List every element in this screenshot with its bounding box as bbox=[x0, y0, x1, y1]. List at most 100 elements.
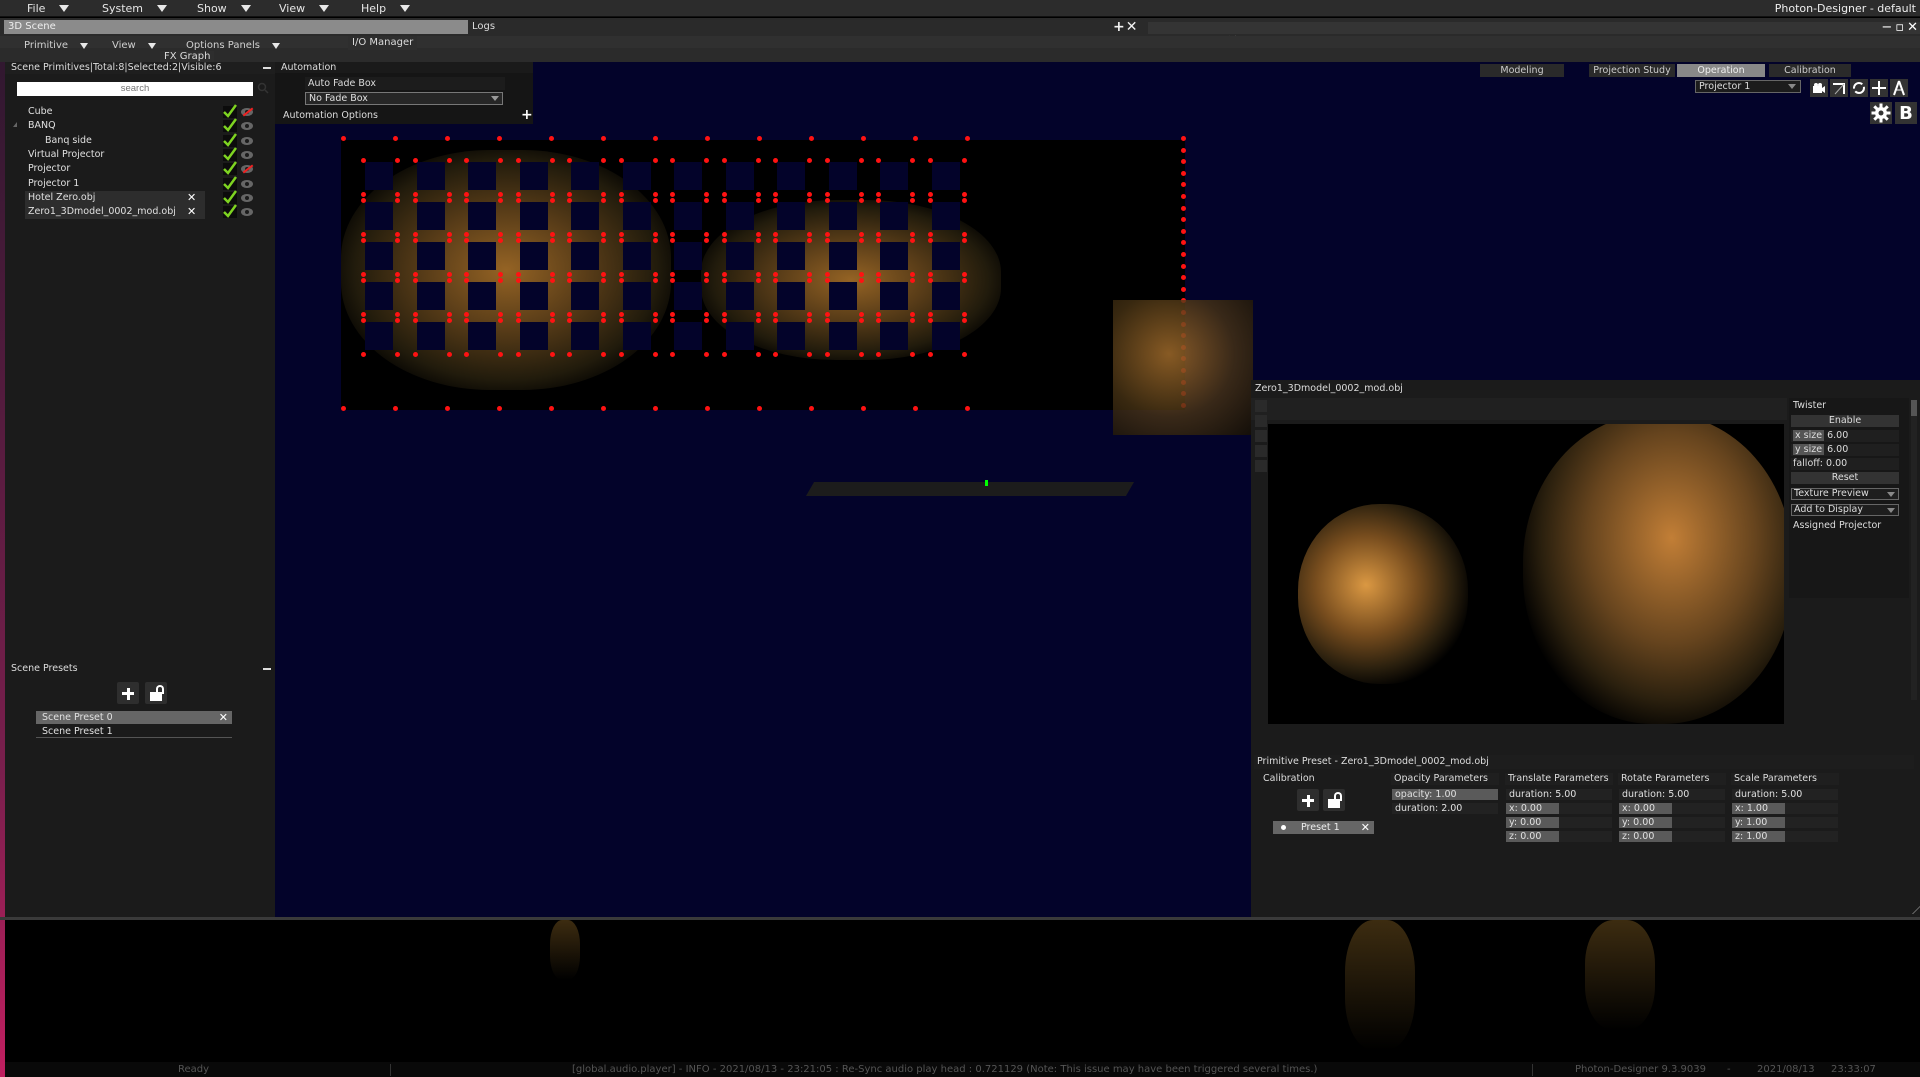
calibration-point[interactable] bbox=[927, 278, 933, 283]
calibration-point[interactable] bbox=[755, 352, 761, 357]
calibration-point[interactable] bbox=[1181, 252, 1186, 257]
calibration-point[interactable] bbox=[652, 352, 658, 357]
calibration-point[interactable] bbox=[412, 278, 418, 283]
add-automation-option-icon[interactable]: + bbox=[521, 107, 533, 123]
calibration-point[interactable] bbox=[670, 192, 675, 197]
calibration-point[interactable] bbox=[567, 158, 572, 163]
calibration-point[interactable] bbox=[515, 198, 521, 203]
calibration-point[interactable] bbox=[361, 278, 366, 283]
calibration-point[interactable] bbox=[858, 272, 864, 277]
calibration-point[interactable] bbox=[361, 272, 366, 277]
scene-preset-item[interactable]: Scene Preset 1 bbox=[36, 725, 232, 738]
calibration-point[interactable] bbox=[567, 192, 572, 197]
eye-icon[interactable] bbox=[241, 179, 253, 188]
calibration-point[interactable] bbox=[773, 158, 778, 163]
calibration-point[interactable] bbox=[876, 312, 881, 317]
side-tool-button[interactable] bbox=[1255, 460, 1267, 472]
plus-icon[interactable]: + bbox=[1375, 62, 1388, 65]
enabled-checkbox[interactable] bbox=[223, 190, 237, 204]
side-tool-button[interactable] bbox=[1255, 445, 1267, 457]
calibration-point[interactable] bbox=[824, 238, 830, 243]
calibration-point[interactable] bbox=[910, 352, 915, 357]
twister-x-size-field[interactable]: x size 6.00 bbox=[1791, 430, 1899, 442]
calibration-point[interactable] bbox=[705, 136, 710, 141]
calibration-point[interactable] bbox=[910, 158, 915, 163]
calibration-point[interactable] bbox=[395, 272, 400, 277]
menu-show[interactable]: Show bbox=[197, 1, 251, 16]
calibration-point[interactable] bbox=[809, 136, 814, 141]
calibration-point[interactable] bbox=[515, 278, 521, 283]
calibration-point[interactable] bbox=[412, 238, 418, 243]
calibration-point[interactable] bbox=[393, 406, 398, 411]
calibration-point[interactable] bbox=[961, 272, 967, 277]
calibration-point[interactable] bbox=[515, 238, 521, 243]
calibration-point[interactable] bbox=[757, 136, 762, 141]
enabled-checkbox[interactable] bbox=[223, 204, 237, 219]
calibration-point[interactable] bbox=[567, 278, 572, 283]
enabled-checkbox[interactable] bbox=[223, 104, 237, 118]
calibration-point[interactable] bbox=[446, 158, 452, 163]
calibration-point[interactable] bbox=[773, 352, 778, 357]
rotate-z-field[interactable]: z: 0.00 bbox=[1619, 831, 1725, 842]
calibration-point[interactable] bbox=[395, 352, 400, 357]
eye-icon[interactable] bbox=[241, 208, 253, 217]
tab-operation[interactable]: Operation bbox=[1677, 64, 1765, 77]
calibration-point[interactable] bbox=[1181, 275, 1186, 281]
calibration-point[interactable] bbox=[824, 278, 830, 283]
calibration-point[interactable] bbox=[618, 232, 624, 237]
calibration-point[interactable] bbox=[876, 318, 881, 323]
menu-help[interactable]: Help bbox=[361, 1, 411, 16]
calibration-point[interactable] bbox=[824, 198, 830, 203]
calibration-point[interactable] bbox=[412, 158, 418, 163]
calibration-point[interactable] bbox=[549, 192, 555, 197]
calibration-point[interactable] bbox=[858, 198, 864, 203]
calibration-point[interactable] bbox=[861, 406, 866, 411]
calibration-point[interactable] bbox=[755, 312, 761, 317]
opacity-duration-field[interactable]: duration: 2.00 bbox=[1392, 803, 1498, 814]
calibration-point[interactable] bbox=[601, 272, 606, 277]
tree-item[interactable]: Zero1_3Dmodel_0002_mod.obj ✕ bbox=[5, 204, 275, 220]
calibration-point[interactable] bbox=[721, 278, 727, 283]
calibration-point[interactable] bbox=[567, 238, 572, 243]
calibration-point[interactable] bbox=[549, 278, 555, 283]
calibration-point[interactable] bbox=[1181, 136, 1186, 141]
calibration-point[interactable] bbox=[395, 192, 400, 197]
tab-io-manager[interactable]: I/O Manager bbox=[348, 36, 418, 50]
add-close-viewport[interactable]: +✕ bbox=[1375, 62, 1400, 64]
calibration-point[interactable] bbox=[755, 232, 761, 237]
calibration-point[interactable] bbox=[361, 232, 366, 237]
bold-b-button[interactable]: B bbox=[1895, 102, 1917, 124]
calibration-point[interactable] bbox=[395, 312, 400, 317]
calibration-point[interactable] bbox=[498, 278, 503, 283]
calibration-point[interactable] bbox=[670, 318, 675, 323]
calibration-point[interactable] bbox=[824, 352, 830, 357]
calibration-point[interactable] bbox=[961, 232, 967, 237]
calibration-point[interactable] bbox=[464, 198, 469, 203]
calibration-point[interactable] bbox=[876, 238, 881, 243]
calibration-point[interactable] bbox=[670, 232, 675, 237]
submenu-primitive[interactable]: Primitive bbox=[24, 40, 89, 51]
calibration-point[interactable] bbox=[910, 198, 915, 203]
calibration-point[interactable] bbox=[807, 232, 812, 237]
calibration-point[interactable] bbox=[652, 318, 658, 323]
calibration-point[interactable] bbox=[601, 136, 606, 141]
add-close-logs-dock[interactable]: +✕ bbox=[1113, 20, 1138, 34]
calibration-point[interactable] bbox=[361, 158, 366, 163]
calibration-point[interactable] bbox=[807, 158, 812, 163]
calibration-point[interactable] bbox=[704, 318, 709, 323]
tab-modeling[interactable]: Modeling bbox=[1480, 64, 1564, 77]
calibration-point[interactable] bbox=[601, 312, 606, 317]
calibration-point[interactable] bbox=[445, 406, 450, 411]
enabled-checkbox[interactable] bbox=[223, 175, 237, 190]
calibration-point[interactable] bbox=[515, 352, 521, 357]
calibration-point[interactable] bbox=[498, 352, 503, 357]
calibration-point[interactable] bbox=[961, 318, 967, 323]
calibration-point[interactable] bbox=[704, 278, 709, 283]
calibration-point[interactable] bbox=[910, 318, 915, 323]
calibration-point[interactable] bbox=[618, 312, 624, 317]
calibration-point[interactable] bbox=[1181, 217, 1186, 223]
calibration-point[interactable] bbox=[721, 238, 727, 243]
calibration-point[interactable] bbox=[446, 318, 452, 323]
settings-button[interactable] bbox=[1870, 102, 1892, 124]
calibration-point[interactable] bbox=[652, 192, 658, 197]
